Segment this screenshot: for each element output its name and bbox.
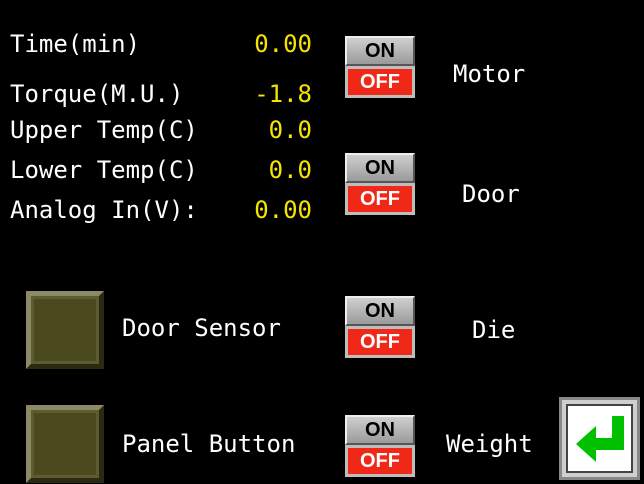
analog-in-label: Analog In(V): bbox=[10, 196, 198, 224]
motor-label: Motor bbox=[453, 60, 526, 88]
enter-button-face bbox=[566, 404, 633, 473]
die-on-button[interactable]: ON bbox=[345, 296, 415, 326]
weight-on-button[interactable]: ON bbox=[345, 415, 415, 445]
motor-off-button[interactable]: OFF bbox=[345, 66, 415, 98]
time-label: Time(min) bbox=[10, 30, 141, 58]
weight-switch: ON OFF bbox=[345, 415, 415, 477]
weight-label: Weight bbox=[446, 430, 533, 458]
lower-temp-value: 0.0 bbox=[268, 156, 312, 184]
torque-value: -1.8 bbox=[254, 80, 312, 108]
die-switch: ON OFF bbox=[345, 296, 415, 358]
upper-temp-label: Upper Temp(C) bbox=[10, 116, 198, 144]
door-sensor-label: Door Sensor bbox=[122, 314, 281, 342]
upper-temp-value: 0.0 bbox=[268, 116, 312, 144]
analog-in-value: 0.00 bbox=[254, 196, 312, 224]
weight-off-button[interactable]: OFF bbox=[345, 445, 415, 477]
motor-on-button[interactable]: ON bbox=[345, 36, 415, 66]
panel-button-indicator[interactable] bbox=[26, 405, 104, 483]
door-sensor-indicator bbox=[26, 291, 104, 369]
door-off-button[interactable]: OFF bbox=[345, 183, 415, 215]
die-off-button[interactable]: OFF bbox=[345, 326, 415, 358]
time-value: 0.00 bbox=[254, 30, 312, 58]
door-on-button[interactable]: ON bbox=[345, 153, 415, 183]
enter-button[interactable] bbox=[559, 397, 640, 480]
panel-button-label: Panel Button bbox=[122, 430, 296, 458]
enter-arrow-icon bbox=[576, 416, 624, 462]
door-switch: ON OFF bbox=[345, 153, 415, 215]
door-label: Door bbox=[462, 180, 520, 208]
lower-temp-label: Lower Temp(C) bbox=[10, 156, 198, 184]
torque-label: Torque(M.U.) bbox=[10, 80, 184, 108]
motor-switch: ON OFF bbox=[345, 36, 415, 98]
die-label: Die bbox=[472, 316, 516, 344]
